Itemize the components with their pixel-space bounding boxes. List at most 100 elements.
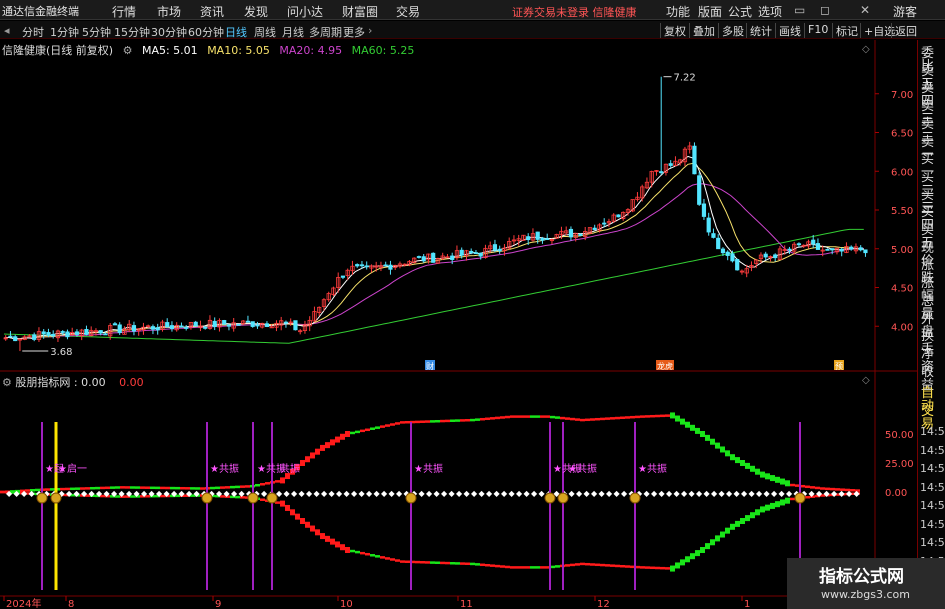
zero-diamond: ◆ <box>179 489 186 498</box>
coin-icon <box>247 492 259 504</box>
zero-diamond: ◆ <box>704 489 711 498</box>
indicator-lower-band <box>430 561 435 564</box>
indicator-ytick-label: 25.00 <box>885 459 914 470</box>
indicator-upper-band <box>545 415 550 418</box>
zero-diamond: ◆ <box>524 489 531 498</box>
indicator-upper-band <box>670 412 675 419</box>
ma10-line <box>3 162 864 340</box>
candle-body <box>165 322 170 328</box>
zero-diamond: ◆ <box>449 489 456 498</box>
coin-icon <box>201 492 213 504</box>
zero-diamond: ◆ <box>779 489 786 498</box>
zero-diamond: ◆ <box>756 489 763 498</box>
zero-diamond: ◆ <box>314 489 321 498</box>
candle-body <box>184 327 189 329</box>
zero-diamond: ◆ <box>359 489 366 498</box>
zero-diamond: ◆ <box>96 489 103 498</box>
zero-diamond: ◆ <box>591 489 598 498</box>
indicator-upper-band <box>565 417 570 420</box>
indicator-lower-band <box>675 562 680 569</box>
indicator-upper-band <box>575 418 580 421</box>
indicator-upper-band <box>700 431 705 437</box>
zero-diamond: ◆ <box>134 489 141 498</box>
indicator-upper-band <box>445 419 450 423</box>
indicator-upper-band <box>475 418 480 421</box>
zero-diamond: ◆ <box>621 489 628 498</box>
candle-body <box>236 324 241 326</box>
indicator-lower-band <box>540 566 545 569</box>
candle-body <box>616 214 621 218</box>
candle-body <box>416 256 422 258</box>
zero-diamond: ◆ <box>186 489 193 498</box>
indicator-upper-band <box>785 480 790 487</box>
indicator-lower-band <box>490 564 495 567</box>
zero-diamond: ◆ <box>576 489 583 498</box>
sidebar-tick-time: 14:56 <box>920 462 945 475</box>
candle-body <box>497 248 502 252</box>
indicator-upper-band <box>400 421 405 424</box>
candle-body <box>222 320 227 325</box>
signal-label: ★共振 <box>414 462 443 475</box>
indicator-upper-band <box>595 417 600 421</box>
indicator-upper-band <box>680 418 685 425</box>
candle-body <box>602 222 607 225</box>
indicator-upper-band <box>710 438 715 445</box>
zero-diamond: ◆ <box>719 489 726 498</box>
candle-body <box>450 255 455 260</box>
zero-diamond: ◆ <box>284 489 291 498</box>
indicator-lower-band <box>285 504 290 511</box>
watermark-url: www.zbgs3.com <box>821 588 910 601</box>
indicator-lower-band <box>350 549 355 553</box>
indicator-lower-band <box>530 566 535 569</box>
zero-diamond: ◆ <box>486 489 493 498</box>
indicator-lower-band <box>555 565 560 568</box>
zero-diamond: ◆ <box>606 489 613 498</box>
candle-body <box>8 335 13 338</box>
xtick-label: 8 <box>68 599 74 609</box>
indicator-upper-band <box>420 420 425 423</box>
indicator-upper-band <box>405 420 410 424</box>
indicator-lower-band <box>450 562 455 565</box>
indicator-lower-band <box>765 504 770 511</box>
indicator-lower-band <box>580 562 585 566</box>
indicator-upper-band <box>245 485 250 488</box>
indicator-upper-band <box>590 418 595 421</box>
zero-diamond: ◆ <box>456 489 463 498</box>
indicator-lower-band <box>500 565 505 568</box>
indicator-lower-band <box>385 557 390 560</box>
indicator-upper-band <box>535 415 540 418</box>
chart-canvas[interactable]: ◇◇ ◆ ◆ ◆ ◆ ◆ ◆ ◆ ◆ ◆ ◆ ◆ ◆ ◆ ◆ ◆ ◆ ◆ ◆ ◆ ◆ ◆ ◆ ◆ ◆ ◆ ◆ ◆ ◆ ◆ ◆ ◆ ◆ ◆ ◆ ◆ ◆ ◆… <box>0 0 945 609</box>
zero-diamond: ◆ <box>846 489 853 498</box>
event-marker-label: 财 <box>426 361 434 371</box>
xtick-label: 12 <box>597 599 610 609</box>
sidebar-tick-time: 14:56 <box>920 536 945 549</box>
zero-diamond: ◆ <box>351 489 358 498</box>
indicator-lower-band <box>565 564 570 567</box>
candle-body <box>478 252 483 257</box>
candle-body <box>540 238 545 241</box>
indicator-upper-band <box>740 460 745 466</box>
candle-body <box>535 231 540 240</box>
indicator-lower-band <box>750 512 755 519</box>
zero-diamond: ◆ <box>749 489 756 498</box>
candle-body <box>830 248 835 251</box>
event-marker-label: 龙虎 <box>657 361 673 371</box>
indicator-upper-band <box>435 419 440 423</box>
indicator-upper-band <box>480 417 485 421</box>
indicator-upper-band <box>330 439 335 446</box>
candle-body <box>811 239 816 245</box>
indicator-upper-band <box>240 485 245 488</box>
candle-body <box>592 227 597 230</box>
indicator-lower-band <box>645 566 650 569</box>
candle-body <box>74 331 80 335</box>
indicator-upper-band <box>540 415 545 418</box>
indicator-lower-band <box>590 563 595 566</box>
indicator-lower-band <box>650 566 655 570</box>
indicator-lower-band <box>660 566 665 570</box>
candle-body <box>815 243 821 250</box>
indicator-upper-band <box>765 473 770 480</box>
indicator-upper-band <box>465 418 470 422</box>
sidebar-tick-time: 14:56 <box>920 443 945 457</box>
indicator-ytick-label: 50.00 <box>885 430 914 441</box>
indicator-lower-band <box>375 555 380 558</box>
